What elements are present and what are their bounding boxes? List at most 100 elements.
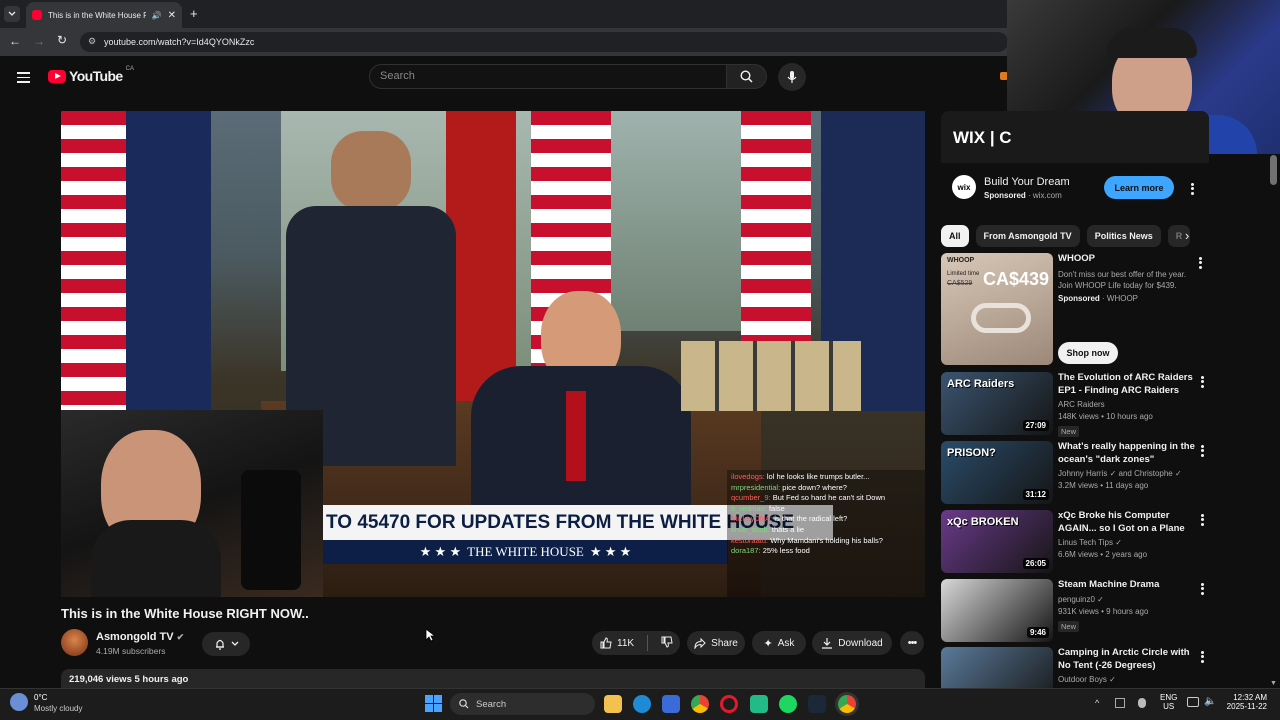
bell-icon	[215, 639, 224, 650]
chat-text: Why Mamdani's holding his balls?	[770, 535, 883, 545]
voice-search-button[interactable]	[778, 63, 806, 91]
chat-message: tt_redman: false	[731, 504, 921, 515]
scrollbar[interactable]	[1270, 155, 1277, 185]
ad-card[interactable]: WIX | C wix Build Your Dream Sponsored ·…	[941, 111, 1209, 213]
ad-more-icon[interactable]	[1191, 181, 1195, 196]
speaker-icon[interactable]: 🔊	[152, 11, 162, 20]
language-indicator[interactable]: ENG US	[1160, 693, 1177, 711]
address-bar[interactable]: ⚙ youtube.com/watch?v=Id4QYONkZzc	[80, 32, 1008, 52]
wix-logo-icon: wix	[952, 175, 976, 199]
close-tab-icon[interactable]: ✕	[168, 10, 176, 21]
ad-banner: WIX | C	[941, 111, 1209, 163]
store-icon[interactable]	[662, 695, 680, 713]
browser-tab[interactable]: This is in the White House RIGHT NOW.. 🔊…	[26, 2, 182, 28]
chip-from-asmongold[interactable]: From Asmongold TV	[975, 225, 1080, 247]
tab-search-button[interactable]	[4, 6, 20, 22]
video-more-icon[interactable]	[1201, 374, 1205, 389]
chat-username: kestoraatu:	[731, 535, 769, 545]
scroll-down-icon[interactable]: ▼	[1270, 680, 1277, 687]
weather-icon[interactable]	[10, 693, 28, 711]
window-background	[591, 111, 751, 331]
channel-name[interactable]: Linus Tech Tips ✓	[1058, 538, 1198, 547]
stream-chat-overlay: ilovedogs: lol he looks like trumps butl…	[727, 470, 925, 597]
video-title: This is in the White House RIGHT NOW..	[61, 606, 309, 621]
back-button[interactable]: ←	[9, 34, 21, 48]
channel-name[interactable]: Asmongold TV ✔	[96, 631, 184, 643]
subscribe-notifications-button[interactable]	[202, 632, 250, 656]
flag	[446, 111, 516, 411]
video-more-icon[interactable]	[1201, 443, 1205, 458]
spotify-icon[interactable]	[779, 695, 797, 713]
youtube-logo[interactable]: YouTube CA	[48, 66, 134, 84]
tray-app-icon[interactable]	[1115, 698, 1125, 708]
channel-name[interactable]: penguinz0 ✓	[1058, 595, 1198, 604]
stars-left: ★ ★ ★	[419, 544, 462, 559]
shop-now-button[interactable]: Shop now	[1058, 342, 1118, 364]
ask-button[interactable]: ✦ Ask	[752, 631, 806, 655]
video-duration: 31:12	[1022, 489, 1049, 500]
recommended-video[interactable]: 9:46 Steam Machine Drama penguinz0 ✓ 931K v…	[941, 579, 1209, 643]
channel-name[interactable]: Outdoor Boys ✓	[1058, 675, 1198, 684]
video-duration: 27:09	[1022, 420, 1049, 431]
site-info-icon[interactable]: ⚙	[88, 36, 96, 47]
chat-message: dora187: 25% less food	[731, 546, 921, 557]
tray-chevron-icon[interactable]: ^	[1095, 698, 1099, 708]
download-button[interactable]: Download	[812, 631, 892, 655]
like-button[interactable]: 11K	[600, 637, 634, 649]
video-thumbnail[interactable]: PRISON? 31:12	[941, 441, 1053, 504]
volume-icon[interactable]: 🔈	[1204, 696, 1216, 707]
video-thumbnail[interactable]: 9:46	[941, 579, 1053, 642]
channel-name[interactable]: ARC Raiders	[1058, 400, 1198, 409]
network-icon[interactable]	[1187, 697, 1199, 707]
learn-more-button[interactable]: Learn more	[1104, 176, 1174, 199]
chat-username: mrpresidential:	[731, 482, 781, 492]
taskbar-search[interactable]: Search	[450, 693, 595, 715]
menu-icon[interactable]	[17, 69, 30, 86]
video-more-icon[interactable]	[1201, 512, 1205, 527]
search-button[interactable]	[727, 64, 767, 89]
video-thumbnail[interactable]: xQc BROKEN 26:05	[941, 510, 1053, 573]
forward-button[interactable]: →	[33, 34, 45, 48]
video-more-icon[interactable]	[1201, 581, 1205, 596]
chrome-active-icon[interactable]	[838, 695, 856, 713]
recommended-video[interactable]: PRISON? 31:12 What's really happening in t…	[941, 441, 1209, 505]
channel-avatar[interactable]	[61, 629, 88, 656]
promo-thumb-brand: WHOOP	[947, 257, 975, 264]
search-input[interactable]: Search	[369, 64, 727, 89]
app-icon[interactable]	[750, 695, 768, 713]
promo-thumb-limited: Limited time	[947, 271, 980, 277]
recommended-video[interactable]: xQc BROKEN 26:05 xQc Broke his Computer AG…	[941, 510, 1209, 574]
tray-mic-icon[interactable]	[1138, 698, 1146, 708]
chrome-icon[interactable]	[691, 695, 709, 713]
recommended-video[interactable]: Camping in Arctic Circle with No Tent (-…	[941, 647, 1209, 710]
promo-card[interactable]: WHOOP Limited time CA$529 CA$439 WHOOP D…	[941, 253, 1209, 365]
channel-name-text: Asmongold TV	[96, 631, 174, 643]
video-thumbnail[interactable]: ARC Raiders 27:09	[941, 372, 1053, 435]
download-label: Download	[838, 637, 883, 649]
promo-more-icon[interactable]	[1199, 255, 1203, 270]
reload-button[interactable]: ↻	[57, 33, 67, 47]
red-tie	[566, 391, 586, 481]
file-explorer-icon[interactable]	[604, 695, 622, 713]
recommended-video[interactable]: ARC Raiders 27:09 The Evolution of ARC Rai…	[941, 372, 1209, 437]
opera-icon[interactable]	[720, 695, 738, 713]
dislike-button[interactable]	[661, 636, 673, 651]
chips-next-icon[interactable]: ›	[1185, 228, 1189, 243]
video-stats: 3.2M views • 11 days ago	[1058, 481, 1149, 490]
windows-start-icon[interactable]	[425, 695, 442, 712]
video-stats: 6.6M views • 2 years ago	[1058, 550, 1148, 559]
more-actions-button[interactable]: •••	[900, 631, 924, 655]
region-code: CA	[125, 66, 134, 72]
new-tab-button[interactable]: +	[190, 6, 198, 21]
chip-all[interactable]: All	[941, 225, 969, 247]
edge-icon[interactable]	[633, 695, 651, 713]
channel-name[interactable]: Johnny Harris ✓ and Christophe ✓	[1058, 469, 1198, 478]
video-more-icon[interactable]	[1201, 649, 1205, 664]
video-title: Steam Machine Drama	[1058, 579, 1160, 590]
steam-icon[interactable]	[808, 695, 826, 713]
share-button[interactable]: Share	[687, 631, 745, 655]
clock[interactable]: 12:32 AM 2025-11-22	[1223, 693, 1267, 711]
chip-politics-news[interactable]: Politics News	[1086, 225, 1161, 247]
subbanner-text: THE WHITE HOUSE	[467, 544, 584, 559]
clock-date: 2025-11-22	[1226, 702, 1267, 711]
